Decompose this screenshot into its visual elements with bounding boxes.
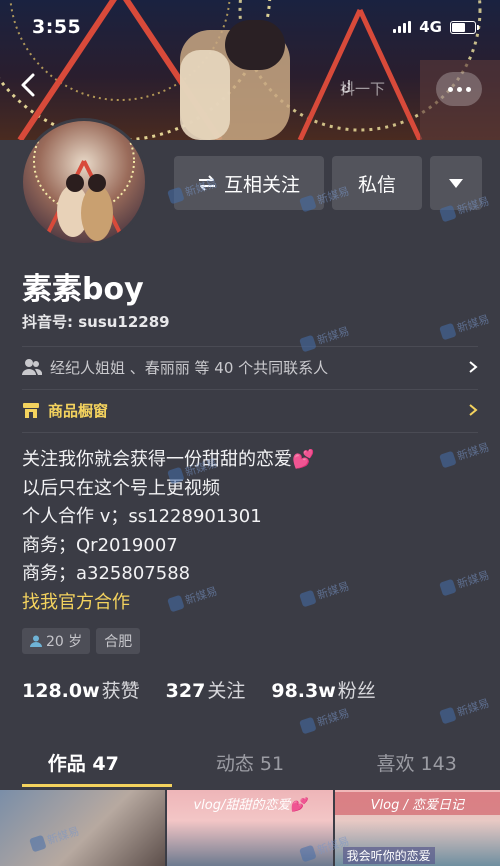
watermark-text: 新媒易 bbox=[315, 579, 351, 603]
likes-count: 128.0w bbox=[22, 680, 100, 702]
followers-label: 粉丝 bbox=[337, 680, 376, 702]
city-label: 合肥 bbox=[104, 634, 133, 650]
back-button[interactable] bbox=[20, 72, 50, 102]
video-title: vlog/甜甜的恋爱💕 bbox=[193, 798, 307, 813]
city-tag: 合肥 bbox=[96, 628, 141, 654]
status-time: 3:55 bbox=[32, 16, 82, 38]
age-tag: 20 岁 bbox=[22, 628, 91, 654]
bio-line: 关注我你就会获得一份甜甜的恋爱💕 bbox=[22, 449, 315, 470]
video-thumbnail[interactable]: Vlog / 恋爱日记 我会听你的恋爱 bbox=[334, 790, 500, 866]
bio: 关注我你就会获得一份甜甜的恋爱💕 以后只在这个号上更视频 个人合作 v；ss12… bbox=[22, 446, 314, 617]
shop-icon bbox=[23, 403, 39, 418]
watermark-text: 新媒易 bbox=[315, 706, 351, 730]
caret-down-icon bbox=[449, 178, 463, 188]
shop-window-label: 商品橱窗 bbox=[48, 401, 109, 420]
watermark-text: 新媒易 bbox=[455, 568, 491, 592]
profile-tags: 20 岁 合肥 bbox=[22, 628, 141, 654]
douyin-id: 抖音号: susu12289 bbox=[22, 313, 170, 331]
more-options-button[interactable] bbox=[436, 72, 482, 106]
signal-icon bbox=[393, 21, 412, 33]
dropdown-button[interactable] bbox=[430, 156, 482, 210]
video-caption: 我会听你的恋爱 bbox=[342, 847, 435, 864]
bio-line: 商务；Qr2019007 bbox=[22, 534, 178, 556]
watermark: 新媒易 bbox=[439, 567, 491, 598]
chevron-right-icon bbox=[469, 404, 478, 416]
mutual-contacts-row[interactable]: 经纪人姐姐 、春丽丽 等 40 个共同联系人 bbox=[22, 346, 478, 388]
bio-line: 个人合作 v；ss1228901301 bbox=[22, 506, 262, 527]
tiktok-logo-icon bbox=[342, 80, 350, 93]
message-button[interactable]: 私信 bbox=[332, 156, 422, 210]
watermark: 新媒易 bbox=[439, 311, 491, 342]
swap-arrows-icon bbox=[198, 175, 215, 191]
bio-line: 商务；a325807588 bbox=[22, 563, 191, 584]
watermark-text: 新媒易 bbox=[455, 440, 491, 464]
likes-stat[interactable]: 128.0w 获赞 bbox=[22, 676, 140, 703]
chevron-left-icon bbox=[21, 73, 35, 97]
mutual-follow-button[interactable]: 互相关注 bbox=[174, 156, 324, 210]
watermark-text: 新媒易 bbox=[455, 696, 491, 720]
followers-stat[interactable]: 98.3w 粉丝 bbox=[271, 676, 375, 703]
tab-works[interactable]: 作品 47 bbox=[0, 738, 167, 786]
content-tabs: 作品 47 动态 51 喜欢 143 bbox=[0, 738, 500, 786]
divider bbox=[22, 432, 478, 433]
followers-count: 98.3w bbox=[271, 680, 336, 702]
age-label: 20 岁 bbox=[46, 634, 83, 650]
video-title: Vlog / 恋爱日记 bbox=[334, 792, 500, 815]
person-icon bbox=[30, 635, 42, 647]
profile-name: 素素boy bbox=[22, 272, 144, 307]
chevron-right-icon bbox=[469, 361, 478, 373]
shop-window-row[interactable]: 商品橱窗 bbox=[22, 389, 478, 431]
profile-actions: 互相关注 私信 bbox=[174, 156, 482, 210]
people-icon bbox=[22, 359, 42, 375]
active-tab-indicator bbox=[22, 784, 172, 787]
watermark: 新媒易 bbox=[439, 695, 491, 726]
bio-line: 以后只在这个号上更视频 bbox=[22, 477, 220, 499]
likes-label: 获赞 bbox=[101, 680, 140, 702]
official-cooperation-link[interactable]: 找我官方合作 bbox=[22, 589, 314, 618]
watermark: 新媒易 bbox=[439, 439, 491, 470]
watermark-text: 新媒易 bbox=[315, 324, 351, 348]
watermark-text: 新媒易 bbox=[455, 312, 491, 336]
cover-watermark: 抖一下 bbox=[340, 78, 385, 99]
following-stat[interactable]: 327 关注 bbox=[166, 676, 246, 703]
following-label: 关注 bbox=[207, 680, 246, 702]
network-type: 4G bbox=[419, 18, 442, 36]
status-bar: 3:55 4G bbox=[0, 0, 500, 54]
mutual-contacts-text: 经纪人姐姐 、春丽丽 等 40 个共同联系人 bbox=[50, 358, 329, 377]
mutual-follow-label: 互相关注 bbox=[223, 173, 300, 196]
avatar[interactable] bbox=[20, 118, 148, 246]
battery-icon bbox=[450, 20, 479, 34]
status-indicators: 4G bbox=[393, 18, 479, 36]
video-thumbnail[interactable]: vlog/甜甜的恋爱💕 bbox=[167, 790, 333, 866]
avatar-image bbox=[33, 121, 135, 243]
video-thumbnail[interactable] bbox=[0, 790, 166, 866]
watermark: 新媒易 bbox=[299, 705, 351, 736]
profile-stats: 128.0w 获赞 327 关注 98.3w 粉丝 bbox=[22, 676, 376, 703]
video-grid: vlog/甜甜的恋爱💕 Vlog / 恋爱日记 我会听你的恋爱 bbox=[0, 790, 500, 866]
tab-likes[interactable]: 喜欢 143 bbox=[333, 738, 500, 786]
tab-updates[interactable]: 动态 51 bbox=[167, 738, 334, 786]
following-count: 327 bbox=[165, 680, 206, 702]
message-label: 私信 bbox=[357, 173, 396, 196]
